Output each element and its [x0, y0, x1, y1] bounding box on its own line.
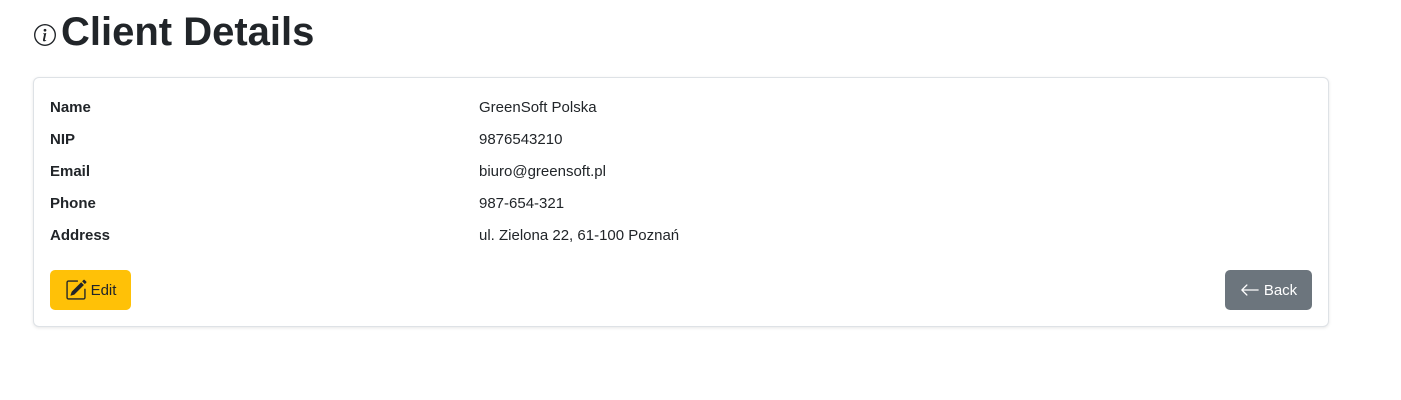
- arrow-left-icon: [1240, 280, 1260, 300]
- detail-row-phone: Phone 987-654-321: [50, 187, 1312, 219]
- back-button-label: Back: [1263, 281, 1298, 299]
- address-label: Address: [50, 226, 111, 244]
- details-list: Name GreenSoft Polska NIP 9876543210 Ema…: [50, 91, 1312, 251]
- phone-value: 987-654-321: [479, 194, 565, 212]
- detail-row-address: Address ul. Zielona 22, 61-100 Poznań: [50, 219, 1312, 251]
- back-button[interactable]: Back: [1225, 270, 1312, 310]
- page-title: Client Details: [33, 8, 314, 56]
- detail-row-email: Email biuro@greensoft.pl: [50, 155, 1312, 187]
- pencil-square-icon: [65, 279, 87, 301]
- email-value: biuro@greensoft.pl: [479, 162, 606, 180]
- edit-button[interactable]: Edit: [50, 270, 131, 310]
- page-title-text: Client Details: [61, 10, 315, 54]
- detail-row-name: Name GreenSoft Polska: [50, 91, 1312, 123]
- client-details-card: Name GreenSoft Polska NIP 9876543210 Ema…: [33, 77, 1329, 327]
- email-label: Email: [50, 162, 91, 180]
- name-label: Name: [50, 98, 91, 116]
- nip-label: NIP: [50, 130, 76, 148]
- phone-label: Phone: [50, 194, 96, 212]
- edit-button-label: Edit: [90, 281, 117, 299]
- info-circle-icon: [33, 23, 57, 47]
- address-value: ul. Zielona 22, 61-100 Poznań: [479, 226, 680, 244]
- name-value: GreenSoft Polska: [479, 98, 597, 116]
- nip-value: 9876543210: [479, 130, 563, 148]
- detail-row-nip: NIP 9876543210: [50, 123, 1312, 155]
